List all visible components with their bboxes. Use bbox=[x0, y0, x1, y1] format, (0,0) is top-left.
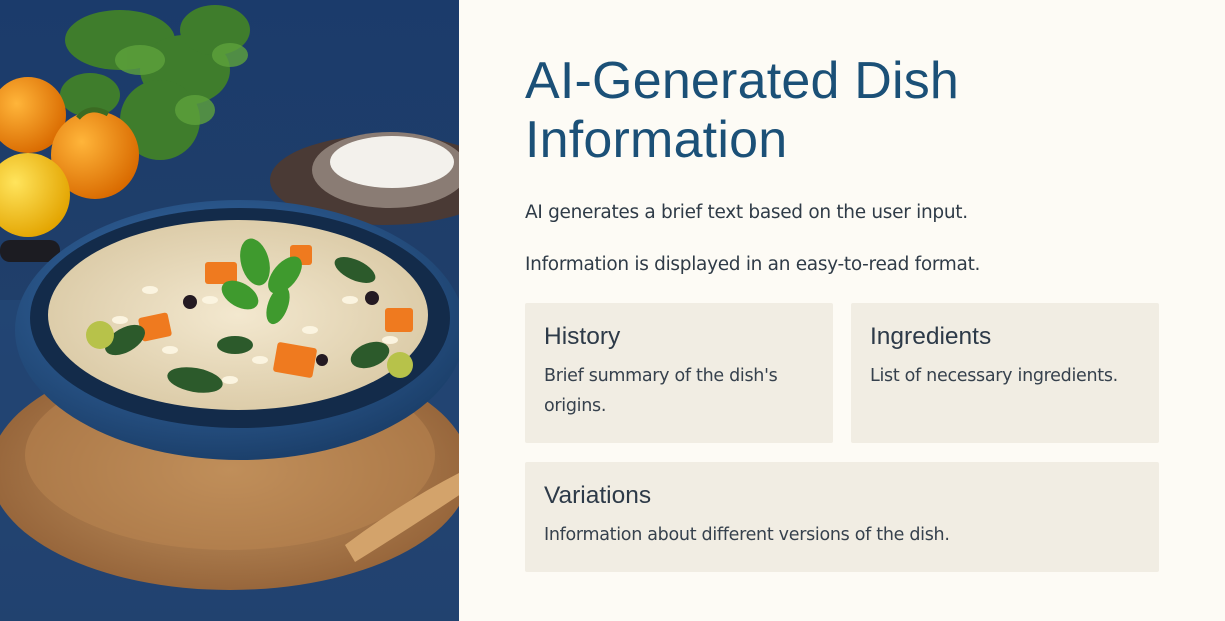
description-line-2: Information is displayed in an easy-to-r… bbox=[525, 254, 981, 275]
history-card-title: History bbox=[544, 323, 621, 350]
variations-card-text: Information about different versions of … bbox=[544, 525, 950, 545]
ingredients-card: Ingredients List of necessary ingredient… bbox=[851, 303, 1159, 443]
ingredients-card-title: Ingredients bbox=[870, 323, 992, 350]
dish-photo-illustration bbox=[0, 0, 459, 621]
page-title: AI-Generated Dish Information bbox=[525, 52, 960, 169]
variations-card-title: Variations bbox=[544, 482, 652, 509]
history-card-text: Brief summary of the dish's origins. bbox=[544, 366, 778, 416]
dish-photo bbox=[0, 0, 459, 621]
variations-card: Variations Information about different v… bbox=[525, 462, 1159, 572]
ingredients-card-text: List of necessary ingredients. bbox=[870, 366, 1118, 386]
description-line-1: AI generates a brief text based on the u… bbox=[525, 202, 968, 223]
history-card: History Brief summary of the dish's orig… bbox=[525, 303, 833, 443]
